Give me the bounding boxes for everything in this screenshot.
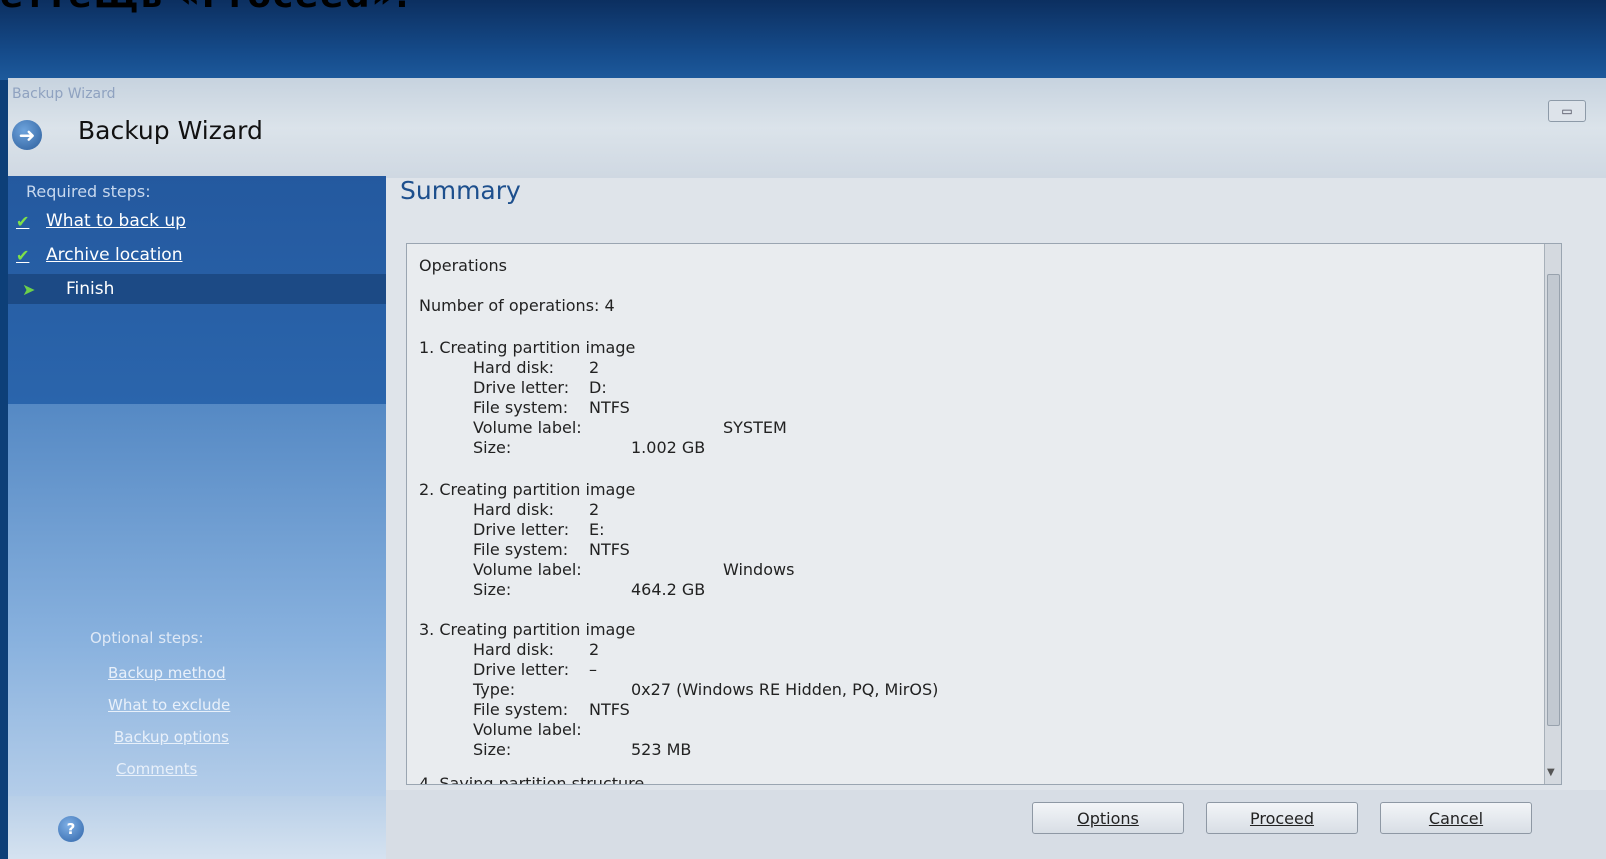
back-arrow-icon[interactable]: ➜ bbox=[12, 120, 42, 150]
page-title: Backup Wizard bbox=[78, 116, 263, 145]
check-icon: ✔ bbox=[16, 211, 30, 231]
field-label: Drive letter: bbox=[473, 520, 570, 539]
field-label: Size: bbox=[473, 580, 512, 599]
operation-title: 1. Creating partition image bbox=[419, 338, 636, 357]
optional-steps-label: Optional steps: bbox=[90, 629, 204, 647]
operation-title: 3. Creating partition image bbox=[419, 620, 636, 639]
field-label: Volume label: bbox=[473, 418, 582, 437]
field-value: 464.2 GB bbox=[631, 580, 706, 599]
scrollbar-thumb[interactable] bbox=[1547, 274, 1560, 726]
help-icon[interactable]: ? bbox=[58, 816, 84, 842]
operations-count: Number of operations: 4 bbox=[419, 296, 615, 315]
field-label: Volume label: bbox=[473, 560, 582, 579]
field-label: Volume label: bbox=[473, 720, 582, 739]
photo-caption: ёттёЩь «Proceed». bbox=[0, 0, 700, 16]
operations-header: Operations bbox=[419, 256, 507, 275]
optional-step-backup-method[interactable]: Backup method bbox=[108, 664, 226, 682]
summary-scrollbar[interactable]: ▼ bbox=[1544, 244, 1561, 784]
backup-wizard-window: Backup Wizard ➜ Backup Wizard ▭ Required… bbox=[8, 78, 1606, 859]
field-value: SYSTEM bbox=[723, 418, 787, 437]
field-label: Size: bbox=[473, 740, 512, 759]
titlebar: Backup Wizard ➜ Backup Wizard ▭ bbox=[8, 78, 1606, 178]
summary-heading: Summary bbox=[400, 176, 521, 205]
field-value: NTFS bbox=[589, 700, 630, 719]
field-label: Drive letter: bbox=[473, 378, 570, 397]
required-steps-label: Required steps: bbox=[26, 182, 151, 201]
window-caption: Backup Wizard bbox=[12, 86, 116, 102]
field-label: Hard disk: bbox=[473, 640, 554, 659]
check-icon: ✔ bbox=[16, 245, 30, 265]
step-label: What to back up bbox=[46, 211, 186, 231]
field-value: 523 MB bbox=[631, 740, 692, 759]
summary-panel: Operations Number of operations: 4 1. Cr… bbox=[406, 243, 1562, 785]
field-value: E: bbox=[589, 520, 605, 539]
options-button[interactable]: Options bbox=[1032, 802, 1184, 834]
optional-step-what-to-exclude[interactable]: What to exclude bbox=[108, 696, 230, 714]
proceed-button[interactable]: Proceed bbox=[1206, 802, 1358, 834]
field-value: 1.002 GB bbox=[631, 438, 706, 457]
field-value: NTFS bbox=[589, 398, 630, 417]
step-label: Finish bbox=[66, 279, 115, 299]
step-what-to-back-up[interactable]: ✔ What to back up bbox=[16, 208, 186, 234]
optional-step-backup-options[interactable]: Backup options bbox=[114, 728, 229, 746]
field-value: 2 bbox=[589, 640, 600, 659]
field-label: File system: bbox=[473, 398, 569, 417]
step-label: Archive location bbox=[46, 245, 183, 265]
field-value: 2 bbox=[589, 358, 600, 377]
field-value: – bbox=[589, 660, 597, 679]
field-label: Size: bbox=[473, 438, 512, 457]
field-value: 2 bbox=[589, 500, 600, 519]
field-value: 0x27 (Windows RE Hidden, PQ, MirOS) bbox=[631, 680, 939, 699]
step-archive-location[interactable]: ✔ Archive location bbox=[16, 242, 182, 268]
current-step-arrow-icon: ➤ bbox=[22, 279, 36, 299]
operation-title: 4. Saving partition structure bbox=[419, 774, 645, 785]
optional-step-comments[interactable]: Comments bbox=[116, 760, 197, 778]
field-label: Type: bbox=[473, 680, 516, 699]
field-label: Hard disk: bbox=[473, 500, 554, 519]
field-label: File system: bbox=[473, 700, 569, 719]
field-value: D: bbox=[589, 378, 607, 397]
steps-sidebar: Required steps: ✔ What to back up ✔ Arch… bbox=[8, 176, 386, 796]
field-label: File system: bbox=[473, 540, 569, 559]
scroll-down-icon[interactable]: ▼ bbox=[1547, 767, 1555, 778]
step-finish[interactable]: ➤ Finish bbox=[8, 274, 386, 304]
cancel-button[interactable]: Cancel bbox=[1380, 802, 1532, 834]
field-value: NTFS bbox=[589, 540, 630, 559]
field-label: Hard disk: bbox=[473, 358, 554, 377]
restore-window-icon[interactable]: ▭ bbox=[1548, 100, 1586, 122]
operation-title: 2. Creating partition image bbox=[419, 480, 636, 499]
field-label: Drive letter: bbox=[473, 660, 570, 679]
field-value: Windows bbox=[723, 560, 795, 579]
